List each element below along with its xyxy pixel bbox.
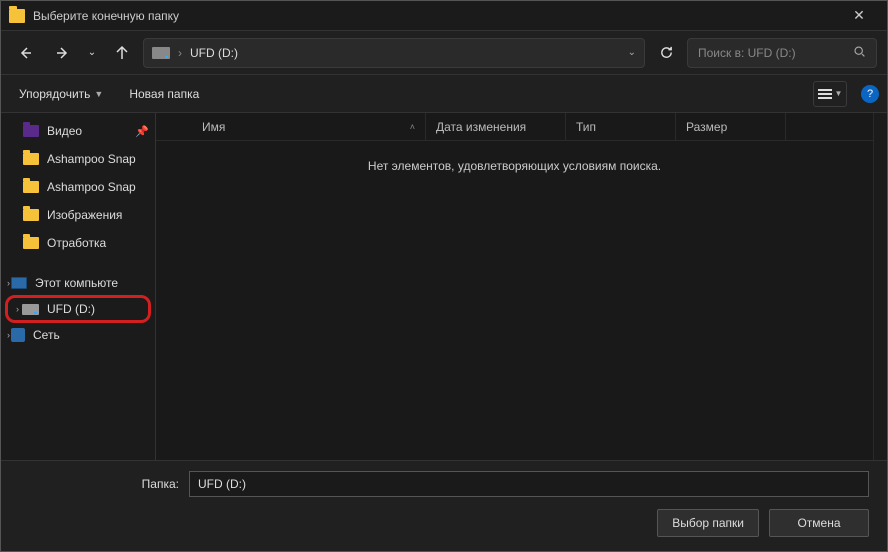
new-folder-label: Новая папка [129,87,199,101]
folder-label: Папка: [19,477,179,491]
column-name[interactable]: Имя ˄ [156,113,426,140]
drive-icon [22,304,39,315]
sidebar-item-ufd[interactable]: › UFD (D:) [5,295,151,323]
sidebar-item-network[interactable]: › Сеть [3,321,155,349]
column-label: Имя [202,120,225,134]
breadcrumb-separator-icon: › [178,46,182,60]
chevron-down-icon: ▼ [835,89,843,98]
folder-icon [23,237,39,249]
folder-icon [23,181,39,193]
computer-icon [11,277,27,289]
back-button[interactable] [11,38,41,68]
sidebar-label: Ashampoo Snap [47,180,136,194]
chevron-down-icon: ▼ [94,89,103,99]
folder-icon [9,9,25,23]
column-type[interactable]: Тип [566,113,676,140]
select-folder-button[interactable]: Выбор папки [657,509,759,537]
cancel-button[interactable]: Отмена [769,509,869,537]
pin-icon: 📌 [135,125,149,138]
search-input[interactable]: Поиск в: UFD (D:) [687,38,877,68]
expand-icon[interactable]: › [7,278,10,288]
column-label: Дата изменения [436,120,526,134]
recent-dropdown[interactable]: ⌄ [83,38,101,68]
footer: Папка: UFD (D:) Выбор папки Отмена [1,460,887,551]
list-view-icon [818,89,832,99]
nav-row: ⌄ › UFD (D:) ⌄ Поиск в: UFD (D:) [1,31,887,75]
video-folder-icon [23,125,39,137]
folder-name-value: UFD (D:) [198,477,246,491]
forward-button[interactable] [47,38,77,68]
button-label: Выбор папки [672,516,744,530]
breadcrumb-location[interactable]: UFD (D:) [190,46,238,60]
sidebar-label: Отработка [47,236,106,250]
empty-message: Нет элементов, удовлетворяющих условиям … [156,141,873,460]
toolbar: Упорядочить ▼ Новая папка ▼ ? [1,75,887,113]
folder-icon [23,209,39,221]
sidebar-item-videos[interactable]: Видео 📌 [3,117,155,145]
address-bar[interactable]: › UFD (D:) ⌄ [143,38,645,68]
sidebar-item-thispc[interactable]: › Этот компьюте [3,269,155,297]
file-list-area: Имя ˄ Дата изменения Тип Размер Нет элем… [156,113,873,460]
sort-asc-icon: ˄ [410,122,415,132]
sidebar-label: UFD (D:) [47,302,95,316]
address-dropdown-icon[interactable]: ⌄ [628,47,636,58]
column-headers: Имя ˄ Дата изменения Тип Размер [156,113,873,141]
close-button[interactable]: ✕ [839,1,879,31]
drive-icon [152,47,170,59]
sidebar-label: Сеть [33,328,60,342]
window-title: Выберите конечную папку [33,9,839,23]
sidebar-item-snap1[interactable]: Ashampoo Snap [3,145,155,173]
column-label: Тип [576,120,596,134]
expand-icon[interactable]: › [16,304,19,314]
sidebar-label: Ashampoo Snap [47,152,136,166]
sidebar: Видео 📌 Ashampoo Snap Ashampoo Snap Изоб… [1,113,156,460]
body: Видео 📌 Ashampoo Snap Ashampoo Snap Изоб… [1,113,887,460]
titlebar: Выберите конечную папку ✕ [1,1,887,31]
vertical-scrollbar[interactable] [873,113,887,460]
organize-label: Упорядочить [19,87,90,101]
folder-picker-dialog: Выберите конечную папку ✕ ⌄ › UFD (D:) ⌄… [0,0,888,552]
expand-icon[interactable]: › [7,330,10,340]
organize-button[interactable]: Упорядочить ▼ [9,81,113,107]
network-icon [11,328,25,342]
column-date[interactable]: Дата изменения [426,113,566,140]
help-button[interactable]: ? [861,85,879,103]
sidebar-label: Этот компьюте [35,276,118,290]
sidebar-label: Изображения [47,208,122,222]
view-options-button[interactable]: ▼ [813,81,847,107]
refresh-button[interactable] [651,38,681,68]
sidebar-item-snap2[interactable]: Ashampoo Snap [3,173,155,201]
folder-name-input[interactable]: UFD (D:) [189,471,869,497]
column-label: Размер [686,120,727,134]
sidebar-item-work[interactable]: Отработка [3,229,155,257]
search-placeholder: Поиск в: UFD (D:) [698,46,796,60]
sidebar-label: Видео [47,124,82,138]
search-icon [853,45,866,61]
folder-icon [23,153,39,165]
column-size[interactable]: Размер [676,113,786,140]
button-label: Отмена [797,516,840,530]
up-button[interactable] [107,38,137,68]
new-folder-button[interactable]: Новая папка [119,81,209,107]
sidebar-item-images[interactable]: Изображения [3,201,155,229]
